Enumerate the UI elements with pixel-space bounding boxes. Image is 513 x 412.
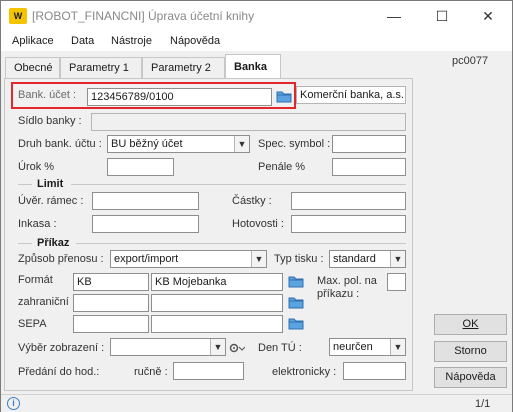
- chevron-down-icon: ▼: [210, 339, 225, 355]
- account-type-value: BU běžný účet: [111, 138, 183, 150]
- folder-icon[interactable]: [288, 274, 304, 288]
- settings-dropdown-icon[interactable]: [229, 341, 245, 355]
- display-choice-label: Výběr zobrazení :: [18, 342, 105, 354]
- print-type-label: Typ tisku :: [274, 253, 324, 265]
- format-label: Formát: [18, 274, 53, 286]
- window: W [ROBOT_FINANCNI] Úprava účetní knihy —…: [0, 0, 513, 412]
- tab-parametry-2[interactable]: Parametry 2: [142, 57, 225, 78]
- print-type-select[interactable]: standard ▼: [329, 250, 406, 268]
- cash-input[interactable]: [291, 215, 406, 233]
- close-button[interactable]: ✕: [468, 5, 508, 27]
- tab-banka[interactable]: Banka: [225, 54, 281, 79]
- title-bar: W [ROBOT_FINANCNI] Úprava účetní knihy —…: [1, 1, 512, 31]
- chevron-down-icon: ▼: [390, 339, 405, 355]
- max-items-label: Max. pol. na: [317, 275, 377, 287]
- app-logo-icon: W: [9, 8, 27, 24]
- order-section-title: Příkaz: [37, 237, 70, 249]
- foreign-code-input[interactable]: [73, 294, 149, 312]
- spec-symbol-label: Spec. symbol :: [258, 138, 331, 150]
- max-items-label-2: příkazu :: [317, 288, 360, 300]
- den-tu-label: Den TÚ :: [258, 342, 302, 354]
- max-items-input[interactable]: [387, 273, 406, 291]
- manual-label: ručně :: [134, 366, 168, 378]
- limit-section-title: Limit: [37, 178, 64, 190]
- bank-account-label: Bank. účet :: [18, 89, 77, 101]
- minimize-button[interactable]: —: [374, 5, 414, 27]
- foreign-name-field: [151, 294, 283, 312]
- interest-input[interactable]: [107, 158, 174, 176]
- format-code-input[interactable]: KB: [73, 273, 149, 291]
- order-separator-right: [76, 243, 406, 244]
- display-choice-select[interactable]: ▼: [110, 338, 226, 356]
- transfer-method-label: Způsob přenosu :: [18, 253, 104, 265]
- window-title: [ROBOT_FINANCNI] Úprava účetní knihy: [32, 9, 255, 23]
- chevron-down-icon: ▼: [390, 251, 405, 267]
- bank-name-field: Komerční banka, a.s.: [296, 86, 406, 104]
- chevron-down-icon: ▼: [251, 251, 266, 267]
- menu-nastroje[interactable]: Nástroje: [111, 35, 152, 47]
- menu-data[interactable]: Data: [71, 35, 94, 47]
- chevron-down-icon: ▼: [234, 136, 249, 152]
- amounts-input[interactable]: [291, 192, 406, 210]
- page-indicator: 1/1: [475, 398, 491, 410]
- folder-icon[interactable]: [276, 89, 292, 103]
- foreign-label: zahraniční: [18, 296, 69, 308]
- account-type-select[interactable]: BU běžný účet ▼: [107, 135, 250, 153]
- format-name-field: KB Mojebanka: [151, 273, 283, 291]
- limit-separator-left: [18, 184, 32, 185]
- den-tu-value: neurčen: [333, 341, 373, 353]
- tab-parametry-1[interactable]: Parametry 1: [60, 57, 142, 78]
- menu-napoveda[interactable]: Nápověda: [170, 35, 220, 47]
- interest-label: Úrok %: [18, 161, 55, 173]
- folder-icon[interactable]: [288, 316, 304, 330]
- inkasa-label: Inkasa :: [18, 218, 57, 230]
- transfer-method-value: export/import: [114, 253, 179, 265]
- inkasa-input[interactable]: [92, 215, 199, 233]
- help-button[interactable]: Nápověda: [434, 367, 507, 388]
- manual-input[interactable]: [173, 362, 244, 380]
- credit-frame-input[interactable]: [92, 192, 199, 210]
- bank-account-input[interactable]: 123456789/0100: [87, 88, 272, 106]
- user-id: pc0077: [452, 55, 489, 67]
- penalty-label: Penále %: [258, 161, 306, 173]
- bank-seat-input[interactable]: [91, 113, 406, 131]
- ok-button[interactable]: OK: [434, 314, 507, 335]
- status-bar: i 1/1: [1, 394, 512, 412]
- handover-label: Předání do hod.:: [18, 366, 100, 378]
- sepa-code-input[interactable]: [73, 315, 149, 333]
- ok-button-label: OK: [462, 318, 479, 330]
- electronic-input[interactable]: [343, 362, 406, 380]
- limit-separator-right: [71, 184, 406, 185]
- credit-frame-label: Úvěr. rámec :: [18, 195, 84, 207]
- menu-aplikace[interactable]: Aplikace: [12, 35, 54, 47]
- maximize-button[interactable]: ☐: [422, 5, 462, 27]
- transfer-method-select[interactable]: export/import ▼: [110, 250, 267, 268]
- menu-bar: Aplikace Data Nástroje Nápověda: [1, 31, 512, 51]
- order-separator-left: [18, 243, 32, 244]
- cash-label: Hotovosti :: [232, 218, 284, 230]
- den-tu-select[interactable]: neurčen ▼: [329, 338, 406, 356]
- cancel-button[interactable]: Storno: [434, 341, 507, 362]
- electronic-label: elektronicky :: [272, 366, 337, 378]
- folder-icon[interactable]: [288, 295, 304, 309]
- sepa-label: SEPA: [18, 318, 47, 330]
- penalty-input[interactable]: [332, 158, 406, 176]
- spec-symbol-input[interactable]: [332, 135, 406, 153]
- account-type-label: Druh bank. účtu :: [18, 138, 102, 150]
- info-icon[interactable]: i: [7, 397, 20, 410]
- print-type-value: standard: [333, 253, 376, 265]
- amounts-label: Částky :: [232, 195, 272, 207]
- bank-seat-label: Sídlo banky :: [18, 115, 82, 127]
- tab-obecne[interactable]: Obecné: [5, 57, 60, 78]
- sepa-name-field: [151, 315, 283, 333]
